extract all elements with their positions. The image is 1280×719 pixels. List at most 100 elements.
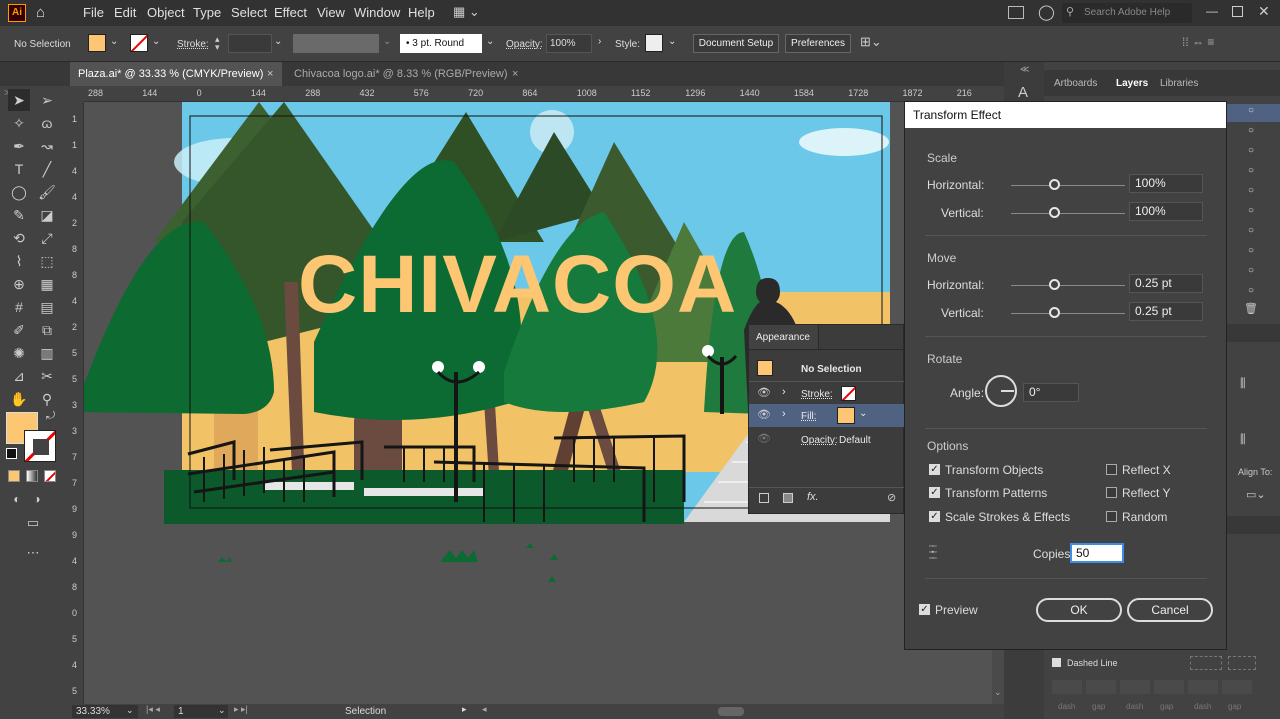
gap-field[interactable] [1154, 680, 1184, 694]
menu-file[interactable]: File [83, 5, 104, 20]
move-horizontal-slider[interactable] [1011, 285, 1125, 286]
tab-layers[interactable]: Layers [1116, 78, 1148, 89]
hand-tool-icon[interactable]: ✋ [8, 388, 30, 410]
scissors-tool-icon[interactable]: ✂ [36, 365, 58, 387]
tab-plaza-close-icon[interactable]: × [267, 62, 273, 86]
dash-field[interactable] [1052, 680, 1082, 694]
screen-mode-icon[interactable]: ▭ [22, 512, 44, 534]
scale-horizontal-knob[interactable] [1049, 179, 1060, 190]
dashed-line-checkbox[interactable] [1052, 658, 1061, 667]
fill-row-dropdown-icon[interactable]: ⌄ [859, 408, 867, 419]
color-mode-icon[interactable] [8, 470, 20, 482]
chevron-right-icon[interactable]: › [782, 386, 786, 398]
menu-edit[interactable]: Edit [114, 5, 136, 20]
reflect-x-checkbox[interactable] [1106, 464, 1117, 475]
variable-width-profile[interactable] [293, 34, 379, 53]
properties-icon[interactable]: A [1018, 84, 1028, 101]
appearance-tab[interactable]: Appearance [749, 325, 819, 349]
tab-plaza[interactable]: Plaza.ai* @ 33.33 % (CMYK/Preview) × [70, 62, 282, 86]
transform-patterns-checkbox[interactable]: ✓ [929, 487, 940, 498]
dash-field[interactable] [1188, 680, 1218, 694]
swap-fill-stroke-icon[interactable]: ⤾ [46, 410, 55, 423]
type-tool-icon[interactable]: T [8, 158, 30, 180]
add-fill-icon[interactable] [783, 493, 793, 503]
mesh-tool-icon[interactable]: # [8, 296, 30, 318]
home-icon[interactable]: ⌂ [36, 4, 45, 21]
reflect-y-checkbox[interactable] [1106, 487, 1117, 498]
menu-select[interactable]: Select [231, 5, 267, 20]
fill-dropdown-icon[interactable]: ⌄ [110, 36, 118, 47]
eye-icon[interactable]: 👁 [757, 408, 771, 421]
paintbrush-tool-icon[interactable]: 🖌 [36, 181, 58, 203]
fill-swatch[interactable] [88, 34, 106, 52]
tab-artboards[interactable]: Artboards [1054, 78, 1097, 89]
artboard-dropdown-icon[interactable]: ⌄ [218, 705, 226, 716]
scale-strokes-checkbox[interactable]: ✓ [929, 511, 940, 522]
artboard-number-field[interactable]: 1 ⌄ [174, 705, 228, 718]
eye-icon-dim[interactable]: 👁 [757, 432, 771, 445]
artboard-nav-icon[interactable]: |◂ ◂ [146, 704, 160, 715]
tab-chivacoa-logo[interactable]: Chivacoa logo.ai* @ 8.33 % (RGB/Preview)… [286, 62, 526, 86]
random-checkbox[interactable] [1106, 511, 1117, 522]
discover-icon[interactable]: ◯ [1038, 3, 1055, 21]
ok-button[interactable]: OK [1036, 598, 1122, 622]
appearance-opacity-row[interactable]: 👁 Opacity: Default [749, 428, 905, 451]
panel-options-icon[interactable]: ⁞⁞ ⇔ ≡ [1182, 35, 1214, 49]
curvature-tool-icon[interactable]: ↝ [36, 135, 58, 157]
perspective-grid-tool-icon[interactable]: ▦ [36, 273, 58, 295]
maximize-icon[interactable] [1232, 6, 1243, 17]
lasso-tool-icon[interactable]: ɷ [36, 112, 58, 134]
appearance-stroke-row[interactable]: 👁 › Stroke: [749, 381, 905, 404]
move-horizontal-input[interactable]: 0.25 pt [1129, 274, 1203, 293]
magic-wand-tool-icon[interactable]: ✧ [8, 112, 30, 134]
scale-horizontal-input[interactable]: 100% [1129, 174, 1203, 193]
scale-vertical-knob[interactable] [1049, 207, 1060, 218]
angle-input[interactable]: 0° [1023, 383, 1079, 402]
zoom-field[interactable]: 33.33% ⌄ [72, 705, 138, 718]
tab-chivacoa-close-icon[interactable]: × [512, 62, 518, 86]
fx-icon[interactable]: fx. [807, 491, 819, 503]
layer-target-icon[interactable]: ○ [1248, 205, 1254, 216]
gap-field[interactable] [1086, 680, 1116, 694]
draw-mode-icon[interactable]: ◐ [6, 488, 28, 510]
stroke-dropdown-icon[interactable]: ⌄ [152, 36, 160, 47]
move-vertical-input[interactable]: 0.25 pt [1129, 302, 1203, 321]
menu-help[interactable]: Help [408, 5, 435, 20]
column-graph-tool-icon[interactable]: ▥ [36, 342, 58, 364]
brush-definition[interactable]: • 3 pt. Round [400, 34, 482, 53]
status-arrow-icon[interactable]: ▸ [462, 704, 467, 715]
layer-target-icon[interactable]: ○ [1248, 285, 1254, 296]
selection-tool-icon[interactable]: ➤ [8, 89, 30, 111]
layer-target-icon[interactable]: ○ [1248, 225, 1254, 236]
preview-checkbox[interactable]: ✓ [919, 604, 930, 615]
draw-inside-icon[interactable]: ◑ [26, 488, 48, 510]
menu-effect[interactable]: Effect [274, 5, 307, 20]
scale-tool-icon[interactable]: ⤢ [36, 227, 58, 249]
align-controls-icon[interactable]: ⫼ [1240, 376, 1246, 391]
distribute-controls-icon[interactable]: ⫼ [1240, 432, 1246, 447]
copies-input[interactable]: 50 [1070, 543, 1124, 563]
move-horizontal-knob[interactable] [1049, 279, 1060, 290]
stroke-color-swatch[interactable] [24, 430, 56, 462]
clear-appearance-icon[interactable]: ⊘ [887, 491, 896, 504]
scale-vertical-slider[interactable] [1011, 213, 1125, 214]
zoom-dropdown-icon[interactable]: ⌄ [126, 705, 134, 716]
minimize-icon[interactable]: — [1206, 4, 1218, 18]
symbol-sprayer-tool-icon[interactable]: ✺ [8, 342, 30, 364]
layer-target-icon[interactable]: ○ [1248, 145, 1254, 156]
fill-row-swatch[interactable] [837, 407, 855, 424]
opacity-input[interactable]: 100% [546, 34, 592, 53]
zoom-tool-icon[interactable]: ⚲ [36, 388, 58, 410]
shaper-tool-icon[interactable]: ✎ [8, 204, 30, 226]
preferences-button[interactable]: Preferences [785, 34, 851, 53]
eye-icon[interactable]: 👁 [757, 386, 771, 399]
ellipse-tool-icon[interactable]: ◯ [8, 181, 30, 203]
delete-layer-icon[interactable]: 🗑 [1244, 302, 1258, 315]
gap-field[interactable] [1222, 680, 1252, 694]
rotate-tool-icon[interactable]: ⟲ [8, 227, 30, 249]
reference-point-icon[interactable]: ▫▫▫ ▫▪▫ ▫▫▫ [929, 543, 947, 562]
menu-object[interactable]: Object [147, 5, 185, 20]
move-vertical-knob[interactable] [1049, 307, 1060, 318]
shape-builder-tool-icon[interactable]: ⊕ [8, 273, 30, 295]
style-dropdown-icon[interactable]: ⌄ [668, 36, 676, 47]
